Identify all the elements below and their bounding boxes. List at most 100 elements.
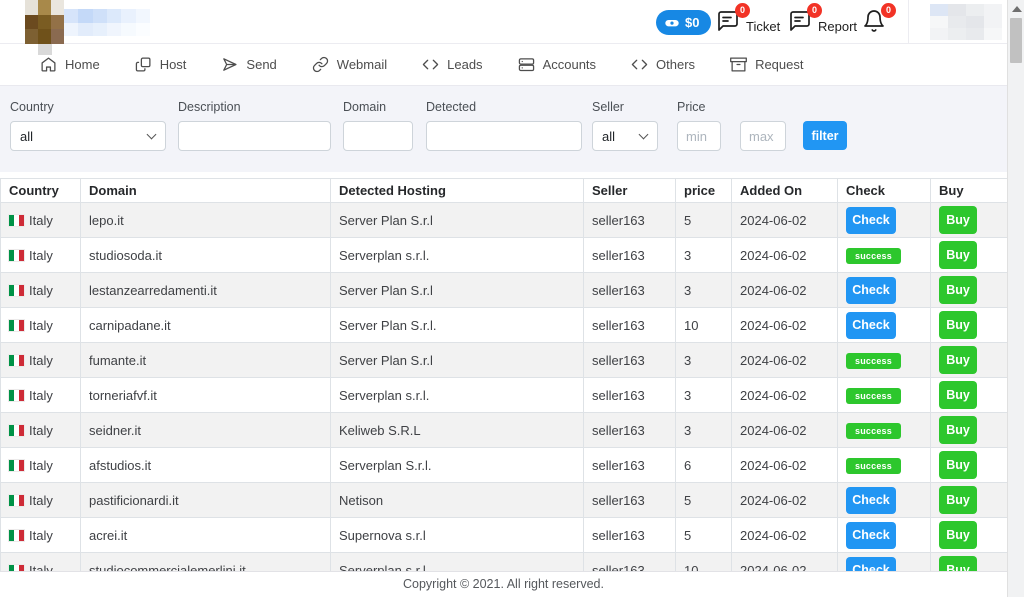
country-select[interactable]: all	[10, 121, 166, 151]
filter-button[interactable]: filter	[803, 121, 847, 150]
buy-button[interactable]: Buy	[939, 451, 977, 479]
ticket-button[interactable]: 0 Ticket	[716, 9, 780, 35]
table-row: Italy studiosoda.it Serverplan s.r.l. se…	[1, 238, 1008, 273]
check-button[interactable]: Check	[846, 277, 896, 304]
price-min-input[interactable]	[677, 121, 721, 151]
nav-item-webmail[interactable]: Webmail	[312, 56, 387, 73]
check-button[interactable]: Check	[846, 522, 896, 549]
cell-price: 5	[676, 203, 732, 238]
detected-filter-label: Detected	[426, 100, 476, 114]
blurred-username	[930, 4, 1002, 40]
col-buy: Buy	[931, 179, 1008, 203]
nav-item-send[interactable]: Send	[221, 56, 276, 73]
cell-buy: Buy	[931, 518, 1008, 553]
cell-buy: Buy	[931, 413, 1008, 448]
success-badge: success	[846, 388, 901, 404]
table-row: Italy carnipadane.it Server Plan S.r.l. …	[1, 308, 1008, 343]
cell-hosting: Serverplan s.r.l.	[331, 378, 584, 413]
country-filter-label: Country	[10, 100, 54, 114]
detected-input[interactable]	[426, 121, 582, 151]
italy-flag-icon	[9, 355, 24, 366]
nav-item-leads[interactable]: Leads	[422, 56, 482, 73]
buy-button[interactable]: Buy	[939, 416, 977, 444]
cell-country: Italy	[1, 343, 81, 378]
check-button[interactable]: Check	[846, 487, 896, 514]
col-seller: Seller	[584, 179, 676, 203]
cell-seller: seller163	[584, 308, 676, 343]
buy-button[interactable]: Buy	[939, 486, 977, 514]
buy-button[interactable]: Buy	[939, 521, 977, 549]
italy-flag-icon	[9, 495, 24, 506]
cell-added-on: 2024-06-02	[732, 448, 838, 483]
domains-table: Country Domain Detected Hosting Seller p…	[0, 178, 1008, 588]
cell-domain: lepo.it	[81, 203, 331, 238]
italy-flag-icon	[9, 250, 24, 261]
nav-item-host[interactable]: Host	[135, 56, 187, 73]
host-icon	[135, 56, 152, 73]
cell-check: success	[838, 343, 931, 378]
home-icon	[40, 56, 57, 73]
cell-check: Check	[838, 483, 931, 518]
nav-label-others: Others	[656, 57, 695, 72]
buy-button[interactable]: Buy	[939, 311, 977, 339]
seller-select[interactable]: all	[592, 121, 658, 151]
top-header: $0 0 Ticket 0 Report	[0, 0, 1007, 44]
cell-country: Italy	[1, 273, 81, 308]
table-header-row: Country Domain Detected Hosting Seller p…	[1, 179, 1008, 203]
check-button[interactable]: Check	[846, 207, 896, 234]
nav-label-host: Host	[160, 57, 187, 72]
table-row: Italy afstudios.it Serverplan S.r.l. sel…	[1, 448, 1008, 483]
cell-domain: torneriafvf.it	[81, 378, 331, 413]
cell-country: Italy	[1, 203, 81, 238]
scrollbar-thumb[interactable]	[1010, 18, 1022, 63]
cell-seller: seller163	[584, 413, 676, 448]
buy-button[interactable]: Buy	[939, 206, 977, 234]
cell-country: Italy	[1, 483, 81, 518]
italy-flag-icon	[9, 215, 24, 226]
table-row: Italy torneriafvf.it Serverplan s.r.l. s…	[1, 378, 1008, 413]
cell-hosting: Server Plan S.r.l	[331, 273, 584, 308]
cell-check: Check	[838, 518, 931, 553]
buy-button[interactable]: Buy	[939, 346, 977, 374]
scrollbar-up-arrow-icon[interactable]	[1012, 6, 1022, 12]
cell-buy: Buy	[931, 483, 1008, 518]
col-price: price	[676, 179, 732, 203]
vertical-scrollbar[interactable]	[1007, 0, 1024, 597]
nav-label-webmail: Webmail	[337, 57, 387, 72]
table-body: Italy lepo.it Server Plan S.r.l seller16…	[1, 203, 1008, 588]
cell-seller: seller163	[584, 203, 676, 238]
cell-added-on: 2024-06-02	[732, 378, 838, 413]
nav-label-leads: Leads	[447, 57, 482, 72]
balance-button[interactable]: $0	[656, 10, 711, 35]
nav-label-request: Request	[755, 57, 803, 72]
notifications-button[interactable]: 0	[862, 9, 888, 35]
nav-item-others[interactable]: Others	[631, 56, 695, 73]
italy-flag-icon	[9, 390, 24, 401]
cell-hosting: Supernova s.r.l	[331, 518, 584, 553]
cell-added-on: 2024-06-02	[732, 238, 838, 273]
blurred-brand-text	[64, 9, 150, 36]
description-input[interactable]	[178, 121, 331, 151]
table-row: Italy pastificionardi.it Netison seller1…	[1, 483, 1008, 518]
buy-button[interactable]: Buy	[939, 241, 977, 269]
buy-button[interactable]: Buy	[939, 276, 977, 304]
cell-buy: Buy	[931, 448, 1008, 483]
price-filter-label: Price	[677, 100, 705, 114]
col-check: Check	[838, 179, 931, 203]
cell-hosting: Keliweb S.R.L	[331, 413, 584, 448]
balance-amount: $0	[685, 15, 699, 30]
price-max-input[interactable]	[740, 121, 786, 151]
main-nav: Home Host Send Webmail Lea	[0, 44, 1007, 86]
check-button[interactable]: Check	[846, 312, 896, 339]
nav-item-request[interactable]: Request	[730, 56, 803, 73]
report-button[interactable]: 0 Report	[788, 9, 857, 35]
cell-country: Italy	[1, 518, 81, 553]
notifications-badge: 0	[881, 3, 896, 18]
buy-button[interactable]: Buy	[939, 381, 977, 409]
nav-item-home[interactable]: Home	[40, 56, 100, 73]
domain-filter-label: Domain	[343, 100, 386, 114]
cell-added-on: 2024-06-02	[732, 518, 838, 553]
table-row: Italy lepo.it Server Plan S.r.l seller16…	[1, 203, 1008, 238]
domain-input[interactable]	[343, 121, 413, 151]
nav-item-accounts[interactable]: Accounts	[518, 56, 596, 73]
